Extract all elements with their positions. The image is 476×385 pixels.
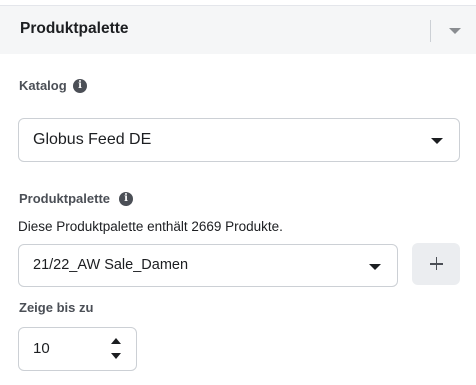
add-product-set-button[interactable]: [412, 243, 460, 285]
chevron-down-icon: [431, 138, 443, 144]
product-set-label: Produktpalette: [19, 191, 111, 206]
plus-icon-vertical: [435, 257, 438, 271]
decrement-icon[interactable]: [111, 353, 121, 359]
show-up-to-label: Zeige bis zu: [19, 300, 94, 315]
increment-icon[interactable]: [111, 338, 121, 344]
info-icon[interactable]: i: [73, 79, 87, 93]
section-title: Produktpalette: [20, 20, 129, 37]
product-set-select[interactable]: 21/22_AW Sale_Damen: [18, 244, 398, 287]
catalog-select[interactable]: Globus Feed DE: [18, 118, 460, 162]
quantity-stepper[interactable]: 10: [18, 327, 137, 371]
section-header[interactable]: Produktpalette: [0, 6, 476, 54]
product-set-selected-value: 21/22_AW Sale_Damen: [33, 257, 189, 273]
info-icon[interactable]: i: [119, 192, 133, 206]
quantity-value: 10: [33, 340, 50, 357]
header-divider: [430, 20, 431, 42]
catalog-selected-value: Globus Feed DE: [33, 131, 152, 148]
chevron-down-icon: [369, 264, 381, 270]
catalog-label: Katalog: [19, 78, 67, 93]
product-count-description: Diese Produktpalette enthält 2669 Produk…: [18, 219, 283, 234]
caret-down-icon[interactable]: [449, 28, 461, 34]
